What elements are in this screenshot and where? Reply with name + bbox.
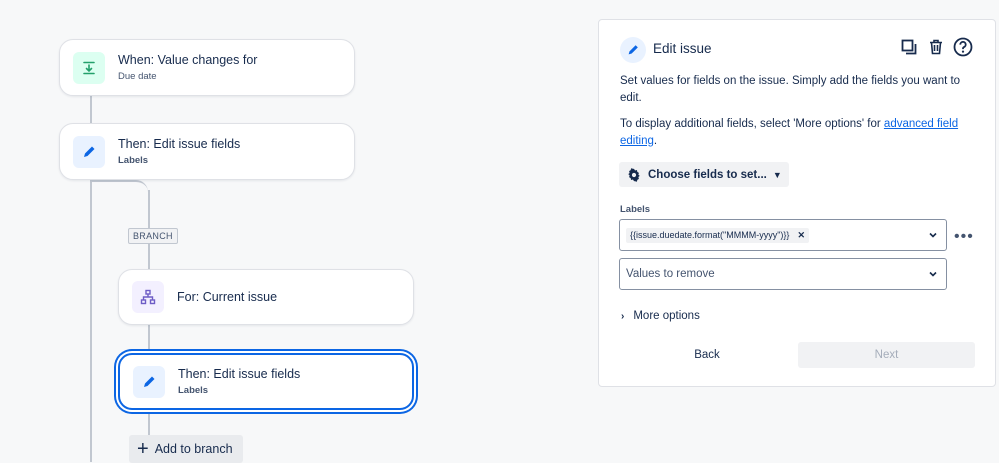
choose-fields-label: Choose fields to set... xyxy=(648,168,767,181)
more-actions-icon[interactable]: ••• xyxy=(954,228,974,246)
plus-icon: + xyxy=(137,438,149,460)
label-chip: {{issue.duedate.format("MMMM-yyyy")}} ✕ xyxy=(626,227,809,243)
back-button[interactable]: Back xyxy=(675,342,739,368)
remove-chip-icon[interactable]: ✕ xyxy=(797,230,805,241)
panel-title: Edit issue xyxy=(653,41,712,56)
panel-actions xyxy=(899,37,973,57)
add-to-branch-label: Add to branch xyxy=(154,442,233,456)
branch-rule-card[interactable]: For: Current issue xyxy=(118,269,414,325)
edit-issue-panel: Edit issue Set values for fields on the … xyxy=(598,19,996,387)
connector-line xyxy=(148,242,150,270)
action-card-edit-issue-selected[interactable]: Then: Edit issue fields Labels xyxy=(118,353,414,410)
labels-field-label: Labels xyxy=(620,204,651,215)
trigger-icon xyxy=(73,51,105,84)
labels-remove-select[interactable]: Values to remove xyxy=(619,258,947,290)
trash-icon[interactable] xyxy=(926,37,946,57)
panel-description: Set values for fields on the issue. Simp… xyxy=(620,75,961,104)
action-subtitle: Labels xyxy=(178,385,209,396)
action-title: Then: Edit issue fields xyxy=(118,137,241,151)
values-to-remove-placeholder: Values to remove xyxy=(626,268,715,280)
trigger-card[interactable]: When: Value changes for Due date xyxy=(59,39,355,96)
trigger-title: When: Value changes for xyxy=(118,53,258,67)
choose-fields-button[interactable]: Choose fields to set... ▼ xyxy=(619,162,789,187)
pencil-icon xyxy=(133,365,165,398)
action-title: Then: Edit issue fields xyxy=(178,367,301,381)
action-subtitle: Labels xyxy=(118,155,149,166)
next-button[interactable]: Next xyxy=(798,342,975,368)
chevron-down-icon xyxy=(929,232,937,238)
more-options-label: More options xyxy=(633,310,700,322)
chevron-down-icon xyxy=(929,271,937,277)
pencil-icon xyxy=(73,135,105,168)
rule-canvas: When: Value changes for Due date Then: E… xyxy=(0,0,590,463)
pencil-icon xyxy=(620,37,646,63)
action-card-edit-issue[interactable]: Then: Edit issue fields Labels xyxy=(59,123,355,180)
branch-connector xyxy=(90,180,148,228)
more-options-toggle[interactable]: › More options xyxy=(621,310,700,322)
chevron-right-icon: › xyxy=(621,310,625,322)
gear-icon xyxy=(628,167,640,182)
advanced-editing-hint: To display additional fields, select 'Mo… xyxy=(620,118,959,147)
labels-add-select[interactable]: {{issue.duedate.format("MMMM-yyyy")}} ✕ xyxy=(619,219,947,251)
connector-line xyxy=(90,96,92,124)
chevron-down-icon: ▼ xyxy=(772,169,782,180)
branch-hierarchy-icon xyxy=(132,281,164,313)
add-to-branch-button[interactable]: + Add to branch xyxy=(129,435,243,463)
connector-line xyxy=(148,410,150,436)
branch-rule-title: For: Current issue xyxy=(177,290,278,304)
connector-line xyxy=(148,325,150,353)
help-icon[interactable] xyxy=(953,37,973,57)
duplicate-icon[interactable] xyxy=(899,37,919,57)
connector-line xyxy=(148,190,150,230)
trigger-subtitle: Due date xyxy=(118,71,157,82)
branch-tag: BRANCH xyxy=(128,228,178,244)
